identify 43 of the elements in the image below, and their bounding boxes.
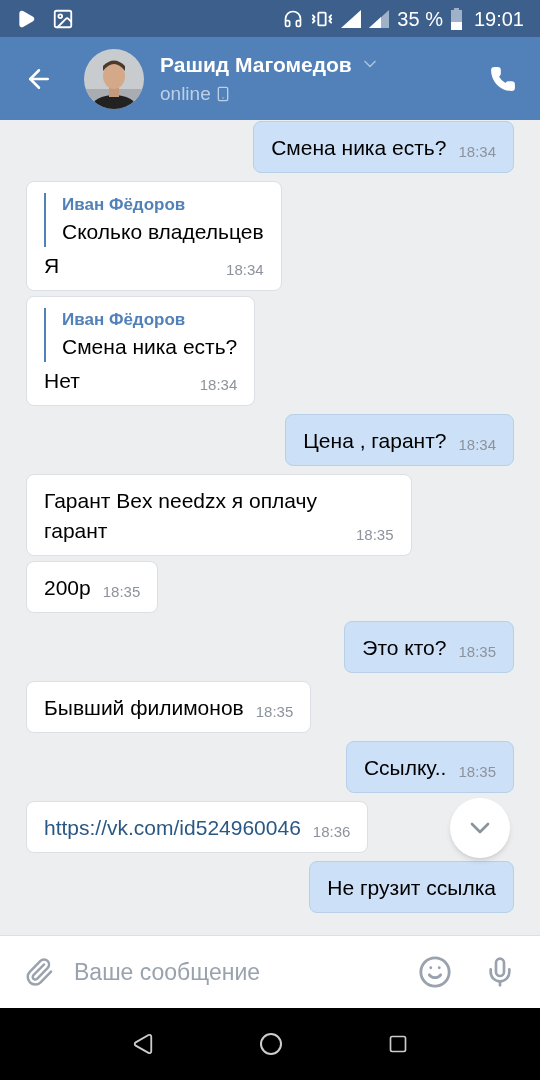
battery-icon (450, 7, 462, 30)
call-button[interactable] (490, 65, 516, 92)
play-icon (16, 8, 36, 29)
online-status: online (160, 82, 211, 106)
message-time: 18:34 (226, 260, 264, 280)
signal-icon (341, 9, 362, 28)
message-text: Гарант Bex needzx я оплачу гарант (44, 488, 319, 544)
reply-author: Иван Фёдоров (62, 309, 187, 331)
emoji-icon[interactable] (418, 955, 452, 989)
message-text: 200р (44, 575, 91, 601)
message-text: Нет (44, 368, 80, 394)
recents-nav-icon[interactable] (387, 1034, 408, 1054)
message-time: 18:36 (312, 822, 351, 842)
message-field[interactable]: Ваше сообщение (74, 954, 418, 990)
message-text: Не грузит ссылка (327, 875, 496, 901)
message-time: 18:35 (102, 582, 141, 602)
reply-text: Сколько владельцев (62, 219, 264, 245)
attach-icon[interactable] (24, 957, 54, 987)
signal-icon (369, 9, 390, 28)
message-composer[interactable]: Ваше сообщение (0, 935, 540, 1008)
message-link[interactable]: https://vk.com/id524960046 (44, 813, 301, 843)
headphones-icon (283, 8, 304, 29)
image-icon (52, 7, 74, 30)
message-text: Цена , гарант? (303, 428, 447, 454)
message-text: Я (44, 253, 60, 279)
clock: 19:01 (473, 6, 524, 32)
home-nav-icon[interactable] (259, 1032, 283, 1056)
message-time: 18:34 (458, 142, 496, 162)
reply-author: Иван Фёдоров (62, 194, 187, 216)
message-time: 18:35 (458, 762, 496, 782)
message-text: Это кто? (362, 635, 447, 661)
message-time: 18:35 (356, 525, 394, 545)
contact-name: Рашид Магомедов (160, 51, 352, 78)
back-nav-icon[interactable] (132, 1033, 155, 1055)
message-time: 18:35 (458, 642, 496, 662)
reply-text: Смена ника есть? (62, 334, 238, 360)
message-text: Бывший филимонов (44, 695, 244, 721)
message-time: 18:34 (199, 375, 238, 395)
message-text: Смена ника есть? (271, 135, 447, 161)
message-text: Ссылку.. (363, 755, 447, 781)
message-time: 18:35 (255, 702, 294, 722)
message-time: 18:34 (458, 435, 496, 455)
battery-percent: 35 % (397, 6, 443, 32)
